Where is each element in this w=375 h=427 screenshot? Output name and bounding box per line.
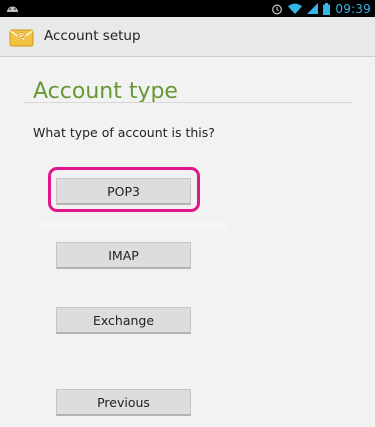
status-icons: 09:39 <box>271 0 371 17</box>
pop3-button[interactable]: POP3 <box>56 178 191 205</box>
exchange-button[interactable]: Exchange <box>56 307 191 334</box>
main-content: Account type What type of account is thi… <box>0 57 375 427</box>
android-icon <box>7 6 18 12</box>
email-icon[interactable] <box>9 25 34 50</box>
status-time: 09:39 <box>335 1 371 16</box>
action-bar: Account setup <box>0 17 375 57</box>
faint-divider <box>40 222 228 230</box>
question-label: What type of account is this? <box>33 125 215 140</box>
previous-button[interactable]: Previous <box>56 389 191 416</box>
signal-icon <box>307 3 319 14</box>
imap-button[interactable]: IMAP <box>56 242 191 269</box>
heading-divider <box>23 102 353 103</box>
battery-icon <box>323 2 331 15</box>
status-bar: 09:39 <box>0 0 375 17</box>
wifi-icon <box>288 3 303 14</box>
page-title: Account type <box>33 79 178 104</box>
action-bar-title: Account setup <box>44 28 141 44</box>
alarm-icon <box>272 4 283 14</box>
